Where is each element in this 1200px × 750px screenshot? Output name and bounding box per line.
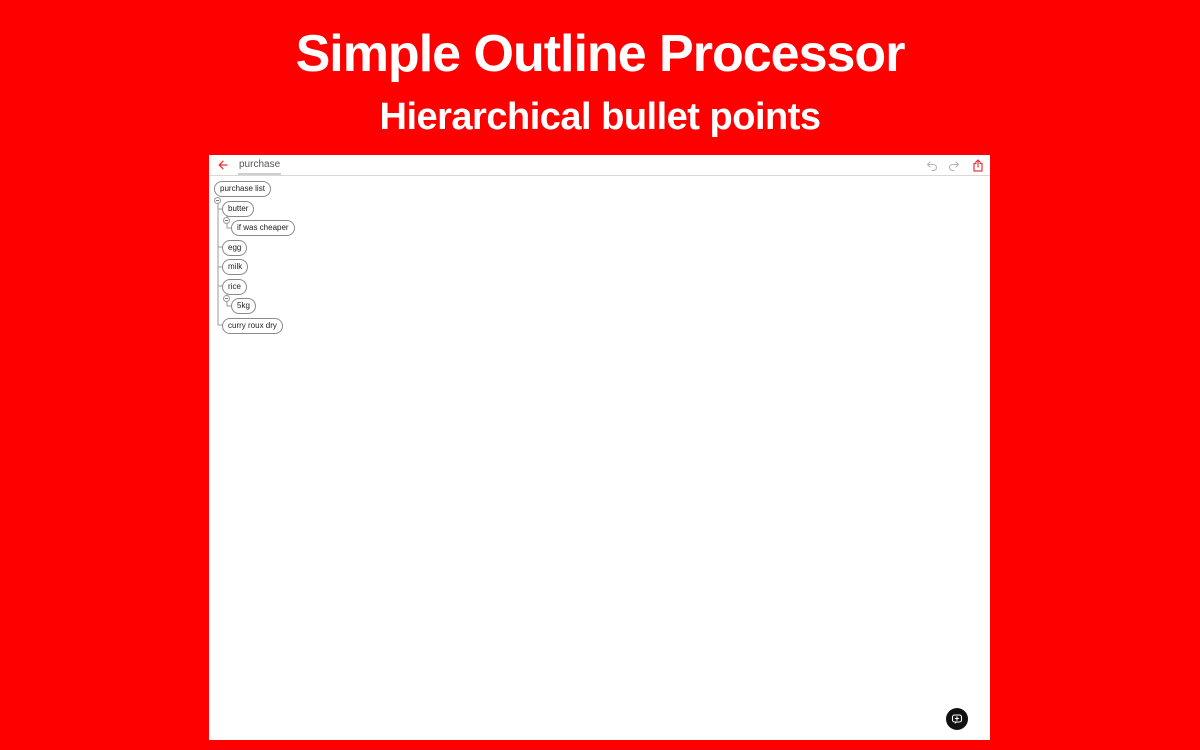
collapse-toggle-icon[interactable] — [223, 217, 230, 224]
outline-tree: purchase list butter if was cheaper egg … — [209, 155, 990, 740]
outline-item-curry-roux-dry[interactable]: curry roux dry — [222, 318, 283, 334]
add-note-icon — [951, 714, 963, 724]
outline-item-egg[interactable]: egg — [222, 240, 248, 256]
collapse-toggle-icon[interactable] — [223, 295, 230, 302]
page-title: Simple Outline Processor — [295, 25, 906, 83]
collapse-toggle-icon[interactable] — [214, 197, 221, 204]
outline-subitem-if-was-cheaper[interactable]: if was cheaper — [231, 220, 295, 236]
outline-item-rice[interactable]: rice — [222, 279, 247, 295]
outline-root-node[interactable]: purchase list — [214, 181, 271, 197]
app-window: purchase purchase list butter if was che… — [209, 155, 990, 740]
outline-subitem-5kg[interactable]: 5kg — [231, 298, 256, 314]
outline-item-butter[interactable]: butter — [222, 201, 255, 217]
tree-connectors — [217, 198, 232, 326]
add-note-button[interactable] — [946, 708, 968, 730]
outline-item-milk[interactable]: milk — [222, 259, 249, 275]
page-subtitle: Hierarchical bullet points — [379, 96, 822, 138]
